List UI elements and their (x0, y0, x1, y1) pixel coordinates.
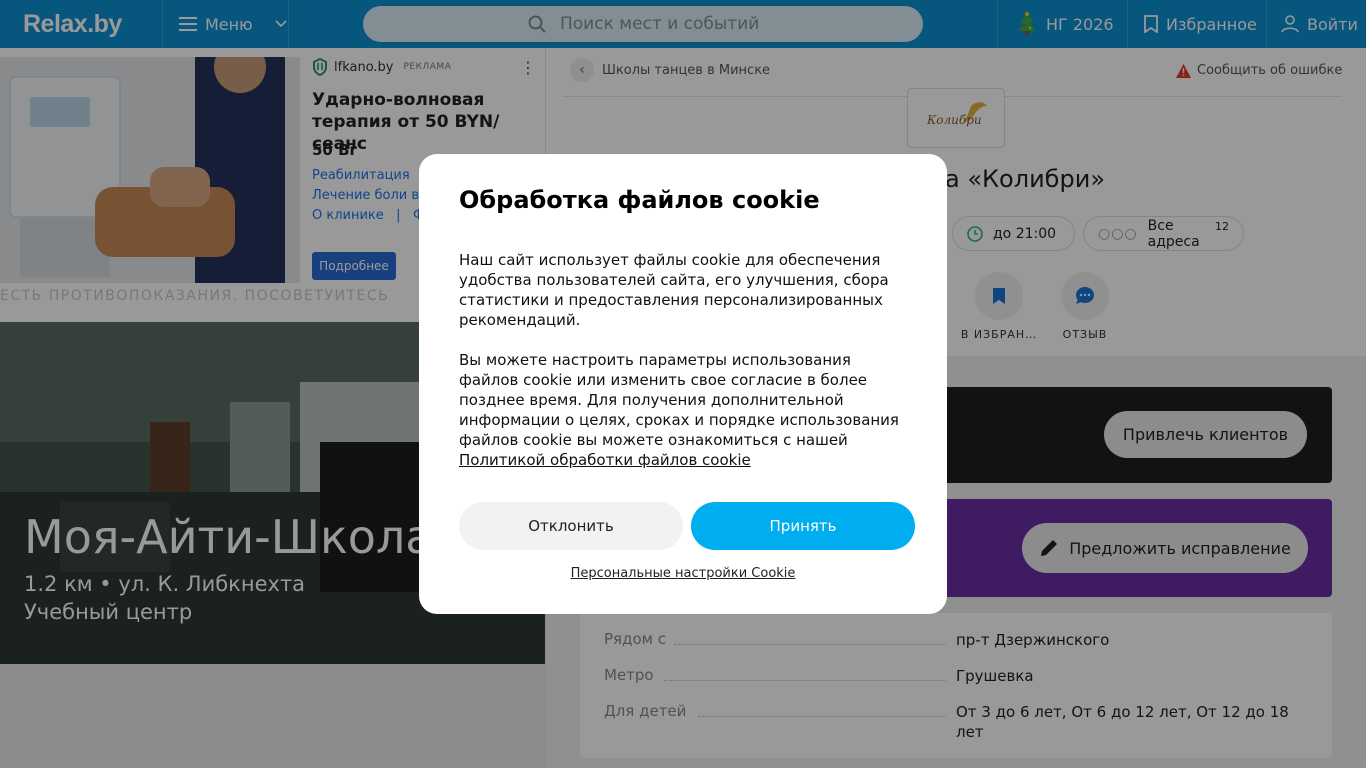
cookie-title: Обработка файлов cookie (459, 186, 820, 214)
accept-button[interactable]: Принять (691, 502, 915, 550)
cookie-personal-settings-link[interactable]: Персональные настройки Cookie (419, 566, 947, 581)
cookie-policy-link[interactable]: Политикой обработки файлов cookie (459, 451, 751, 469)
cookie-paragraph-1: Наш сайт использует файлы cookie для обе… (459, 251, 889, 329)
cookie-paragraph-2: Вы можете настроить параметры использова… (459, 350, 909, 470)
decline-button[interactable]: Отклонить (459, 502, 683, 550)
cookie-paragraph-2-text: Вы можете настроить параметры использова… (459, 351, 899, 449)
cookie-modal: Обработка файлов cookie Наш сайт использ… (419, 154, 947, 614)
cookie-personal-settings-label: Персональные настройки Cookie (570, 566, 796, 581)
